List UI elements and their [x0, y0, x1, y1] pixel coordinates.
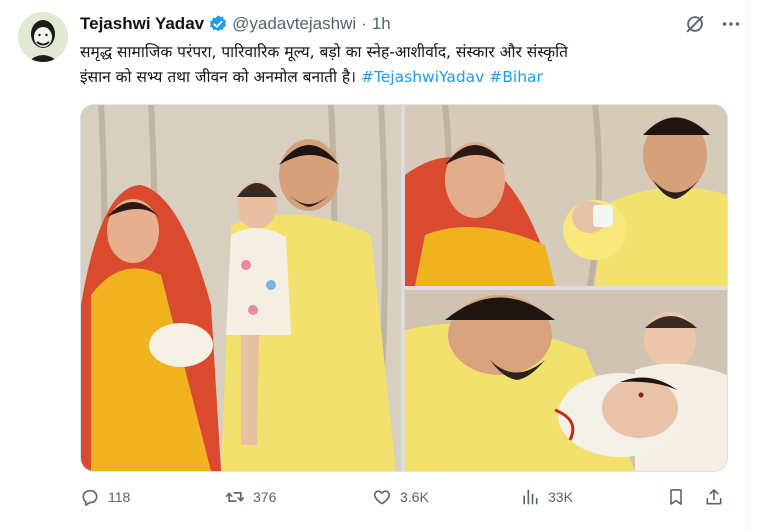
- reply-button[interactable]: 118: [80, 487, 130, 507]
- heart-icon: [373, 490, 391, 505]
- tweet-text-line-2-body: इंसान को सभ्य तथा जीवन को अनमोल बनाती है…: [80, 68, 361, 86]
- column-divider: [748, 0, 749, 531]
- hashtag-bihar[interactable]: #Bihar: [489, 68, 543, 86]
- repost-count: 376: [253, 489, 277, 505]
- share-icon: [706, 489, 722, 505]
- avatar-illustration: [18, 12, 68, 62]
- repost-icon: [225, 492, 245, 502]
- media-grid: [80, 104, 728, 472]
- photo-couple-with-baby[interactable]: [405, 105, 727, 286]
- photo-family-standing[interactable]: [81, 105, 401, 471]
- view-count: 33K: [548, 489, 573, 505]
- share-button[interactable]: [704, 487, 724, 507]
- reply-icon: [82, 489, 98, 506]
- author-name[interactable]: Tejashwi Yadav: [80, 14, 204, 34]
- more-icon[interactable]: [720, 13, 742, 35]
- tweet-text-line-2: इंसान को सभ्य तथा जीवन को अनमोल बनाती है…: [80, 65, 730, 90]
- grok-icon[interactable]: [684, 13, 706, 35]
- reply-count: 118: [108, 489, 131, 505]
- tweet-action-bar: 118 376 3.6K 33K: [80, 484, 730, 510]
- like-count: 3.6K: [400, 489, 429, 505]
- bookmark-icon: [670, 489, 682, 505]
- repost-button[interactable]: 376: [225, 487, 276, 507]
- tweet-text-line-1: समृद्ध सामाजिक परंपरा, पारिवारिक मूल्य, …: [80, 43, 568, 61]
- like-button[interactable]: 3.6K: [372, 487, 429, 507]
- bookmark-button[interactable]: [666, 487, 686, 507]
- views-chart-icon: [523, 489, 538, 505]
- tweet-header: Tejashwi Yadav @yadavtejashwi · 1h: [80, 14, 391, 34]
- avatar[interactable]: [18, 12, 68, 62]
- views-button[interactable]: 33K: [520, 487, 573, 507]
- hashtag-tejashwiyadav[interactable]: #TejashwiYadav: [361, 68, 484, 86]
- author-handle[interactable]: @yadavtejashwi: [232, 14, 356, 34]
- header-actions: [684, 13, 742, 35]
- tweet-text: समृद्ध सामाजिक परंपरा, पारिवारिक मूल्य, …: [80, 40, 730, 90]
- tweet-time[interactable]: 1h: [372, 14, 391, 34]
- photo-father-with-newborn[interactable]: [405, 290, 727, 471]
- verified-badge-icon: [208, 14, 228, 34]
- header-separator: ·: [361, 14, 367, 33]
